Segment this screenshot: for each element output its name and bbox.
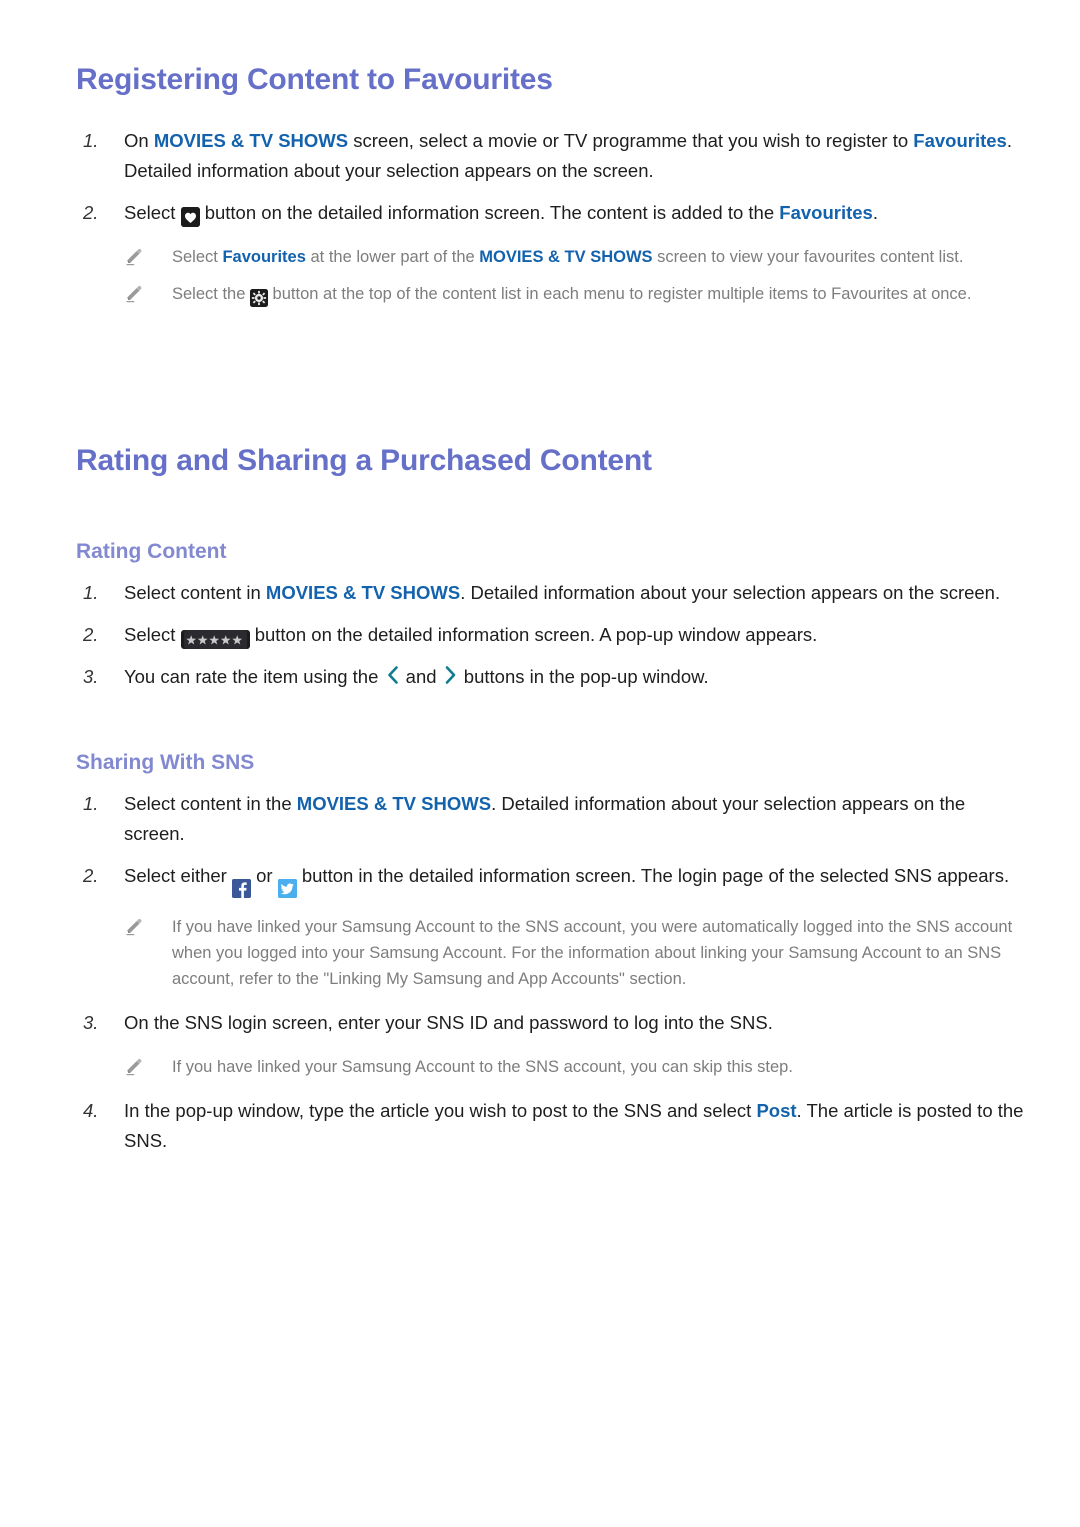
keyword-highlight: Favourites	[913, 130, 1007, 151]
subheading-rating-content: Rating Content	[76, 540, 227, 564]
subheading-sharing-with-sns: Sharing With SNS	[76, 751, 255, 775]
step-number: 2.	[83, 624, 99, 646]
pencil-icon	[124, 1057, 144, 1077]
gear-key-button[interactable]	[249, 288, 268, 307]
step-number: 2.	[83, 865, 99, 887]
step-item: 1. Select content in the MOVIES & TV SHO…	[76, 789, 1028, 849]
step-item: 2. Select either or button in the detail…	[76, 861, 1028, 899]
five-stars-key-button[interactable]	[180, 629, 250, 649]
step-text: In the pop-up window, type the article y…	[124, 1100, 1024, 1152]
keyword-highlight: Favourites	[222, 247, 306, 266]
keyword-highlight: Favourites	[779, 201, 873, 223]
step-number: 3.	[83, 666, 99, 688]
keyword-highlight: MOVIES & TV SHOWS	[479, 247, 653, 266]
note-item: If you have linked your Samsung Account …	[76, 914, 1028, 992]
step-number: 1.	[83, 793, 99, 815]
step-text: Select either or button in the detailed …	[124, 865, 1009, 899]
keyword-highlight: MOVIES & TV SHOWS	[296, 793, 492, 815]
twitter-icon[interactable]	[277, 879, 297, 899]
page-title-registering-content: Registering Content to Favourites	[76, 63, 553, 96]
page-title-rating-sharing: Rating and Sharing a Purchased Content	[76, 444, 652, 478]
note-text: Select Favourites at the lower part of t…	[172, 247, 964, 266]
notes-list-sns-step3: If you have linked your Samsung Account …	[76, 1054, 1028, 1080]
notes-list-sns-step2: If you have linked your Samsung Account …	[76, 914, 1028, 992]
step-item: 1. Select content in MOVIES & TV SHOWS. …	[76, 578, 1028, 608]
subsection-spacer	[76, 479, 1028, 539]
subsection-spacer	[76, 692, 1028, 750]
note-text: If you have linked your Samsung Account …	[172, 918, 1013, 989]
step-text: On the SNS login screen, enter your SNS …	[124, 1012, 773, 1034]
step-item: 4. In the pop-up window, type the articl…	[76, 1096, 1028, 1156]
step-item: 1. On MOVIES & TV SHOWS screen, select a…	[76, 126, 1028, 186]
note-text: If you have linked your Samsung Account …	[172, 1058, 793, 1077]
pencil-icon	[124, 247, 144, 267]
step-number: 4.	[83, 1100, 99, 1122]
note-text: Select the button at the top of the cont…	[172, 285, 971, 307]
pencil-icon	[124, 284, 144, 304]
chevron-right-icon[interactable]	[442, 665, 459, 690]
note-item: Select the button at the top of the cont…	[76, 281, 1028, 307]
chevron-left-icon[interactable]	[384, 665, 401, 690]
step-text: You can rate the item using the and butt…	[124, 666, 709, 687]
step-number: 3.	[83, 1012, 99, 1034]
facebook-icon[interactable]	[231, 879, 251, 899]
note-item: Select Favourites at the lower part of t…	[76, 244, 1028, 270]
notes-list-registering: Select Favourites at the lower part of t…	[76, 244, 1028, 307]
steps-list-sharing-sns: 1. Select content in the MOVIES & TV SHO…	[76, 789, 1028, 899]
step-text: Select content in MOVIES & TV SHOWS. Det…	[124, 582, 1001, 604]
keyword-highlight: MOVIES & TV SHOWS	[153, 130, 349, 151]
step-number: 1.	[83, 582, 99, 604]
heart-key-button[interactable]	[180, 207, 200, 228]
document-page: Registering Content to Favourites 1. On …	[0, 0, 1080, 1527]
note-item: If you have linked your Samsung Account …	[76, 1054, 1028, 1080]
step-item: 3. On the SNS login screen, enter your S…	[76, 1008, 1028, 1038]
step-text: Select content in the MOVIES & TV SHOWS.…	[124, 793, 966, 845]
steps-list-sharing-sns-cont: 3. On the SNS login screen, enter your S…	[76, 1008, 1028, 1038]
keyword-highlight: Post	[756, 1100, 797, 1122]
step-text: Select button on the detailed informatio…	[124, 201, 878, 228]
steps-list-rating-content: 1. Select content in MOVIES & TV SHOWS. …	[76, 578, 1028, 692]
keyword-highlight: MOVIES & TV SHOWS	[265, 582, 461, 604]
step-text: Select button on the detailed informatio…	[124, 624, 817, 649]
steps-list-sharing-sns-end: 4. In the pop-up window, type the articl…	[76, 1096, 1028, 1156]
step-number: 2.	[83, 201, 99, 223]
step-item: 3. You can rate the item using the and b…	[76, 662, 1028, 692]
step-text: On MOVIES & TV SHOWS screen, select a mo…	[124, 130, 1012, 181]
step-item: 2. Select button on the detailed informa…	[76, 620, 1028, 650]
steps-list-registering: 1. On MOVIES & TV SHOWS screen, select a…	[76, 126, 1028, 228]
pencil-icon	[124, 917, 144, 937]
step-item: 2. Select button on the detailed informa…	[76, 198, 1028, 228]
step-number: 1.	[83, 130, 99, 151]
